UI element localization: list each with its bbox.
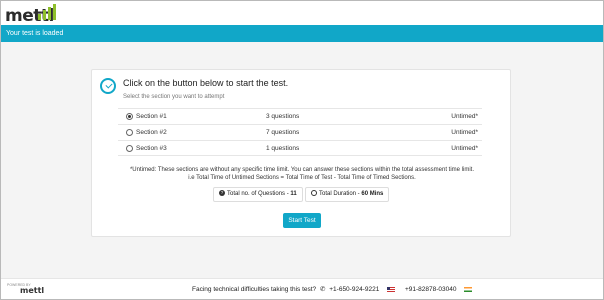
section-1-radio[interactable] [126, 113, 133, 120]
total-duration-badge: Total Duration - 60 Mins [305, 187, 390, 202]
section-row-1[interactable]: Section #1 3 questions Untimed* [118, 108, 482, 124]
support-text: Facing technical difficulties taking thi… [192, 286, 317, 293]
top-header: mettl [1, 1, 603, 26]
total-questions-badge: ? Total no. of Questions - 11 [213, 187, 303, 202]
footer: POWERED BY mettl Facing technical diffic… [1, 278, 603, 299]
section-timing: Untimed* [451, 129, 478, 136]
start-test-button[interactable]: Start Test [283, 213, 321, 228]
section-row-3[interactable]: Section #3 1 questions Untimed* [118, 140, 482, 156]
start-test-card: Click on the button below to start the t… [91, 69, 511, 237]
section-row-2[interactable]: Section #2 7 questions Untimed* [118, 124, 482, 140]
untimed-formula-note: i.e Total Time of Untimed Sections = Tot… [188, 175, 416, 181]
logo-bars-icon [38, 4, 60, 20]
section-name: Section #2 [136, 129, 167, 136]
section-3-radio[interactable] [126, 145, 133, 152]
india-flag-icon [464, 286, 473, 292]
untimed-note: *Untimed: These sections are without any… [129, 167, 475, 173]
section-timing: Untimed* [451, 113, 478, 120]
card-heading: Click on the button below to start the t… [123, 78, 289, 88]
support-info: Facing technical difficulties taking thi… [192, 285, 480, 293]
us-flag-icon [387, 286, 396, 292]
check-circle-icon [100, 78, 116, 94]
section-name: Section #1 [136, 113, 167, 120]
section-question-count: 3 questions [266, 113, 300, 120]
section-question-count: 1 questions [266, 145, 300, 152]
status-bar: Your test is loaded [1, 25, 603, 42]
section-question-count: 7 questions [266, 129, 300, 136]
us-phone-number: +1-650-924-9221 [329, 286, 380, 293]
section-list: Section #1 3 questions Untimed* Section … [118, 108, 482, 156]
footer-logo: mettl [20, 286, 45, 295]
clock-icon [311, 190, 317, 197]
section-timing: Untimed* [451, 145, 478, 152]
phone-icon: ✆ [319, 286, 326, 293]
section-2-radio[interactable] [126, 129, 133, 136]
question-icon: ? [219, 190, 225, 197]
section-name: Section #3 [136, 145, 167, 152]
india-phone-number: +91-82878-03040 [404, 286, 457, 293]
card-subheading: Select the section you want to attempt [123, 94, 225, 100]
